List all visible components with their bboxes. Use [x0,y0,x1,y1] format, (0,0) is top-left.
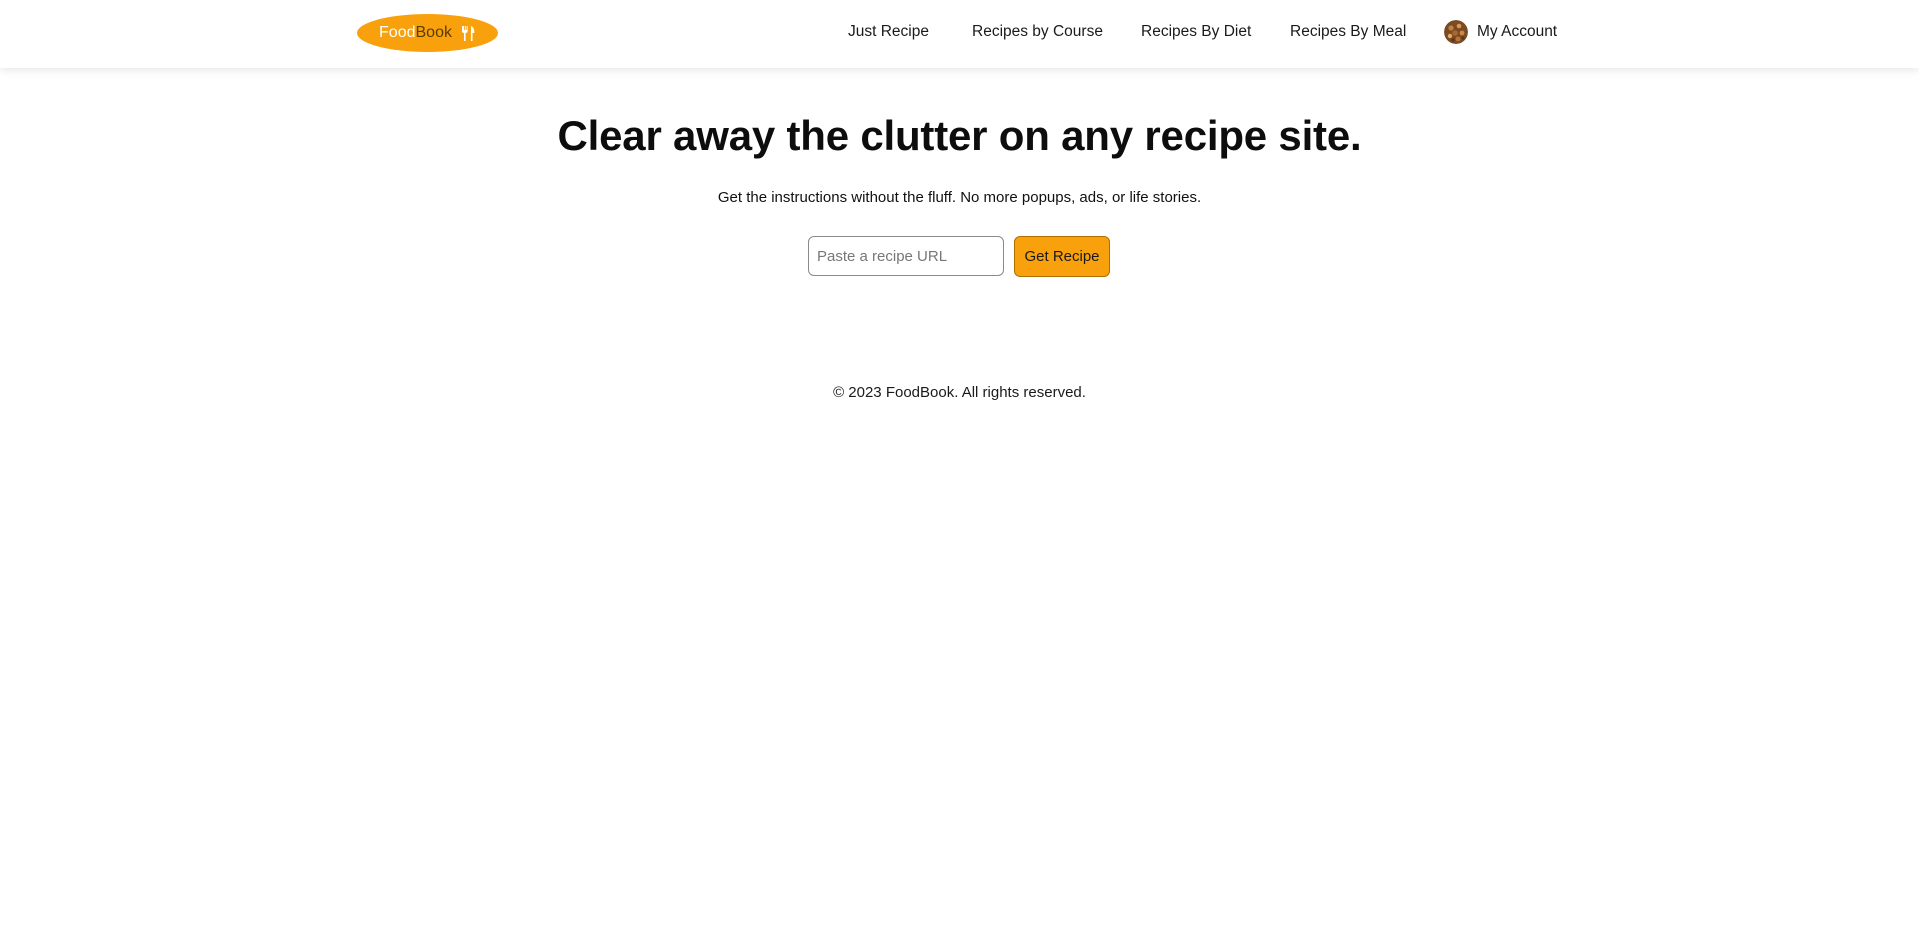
logo-word-book: Book [415,24,452,41]
nav-recipes-by-diet[interactable]: Recipes By Diet [1141,23,1251,41]
my-account-label: My Account [1477,23,1558,40]
hero-subtitle: Get the instructions without the fluff. … [717,189,1202,206]
foodbook-logo[interactable]: Food Book [357,14,498,52]
logo-word-food: Food [379,24,416,41]
get-recipe-button[interactable]: Get Recipe [1014,236,1110,277]
avatar [1444,20,1468,44]
nav-recipes-by-course[interactable]: Recipes by Course [972,23,1103,41]
nav-just-recipe[interactable]: Just Recipe [848,23,929,41]
nav-recipes-by-meal[interactable]: Recipes By Meal [1290,23,1406,41]
my-account-link[interactable]: My Account [1444,20,1557,44]
site-header: Food Book Just Recipe Recipes by Course R… [0,0,1919,68]
footer-copyright: © 2023 FoodBook. All rights reserved. [833,384,1086,401]
recipe-url-input[interactable] [808,236,1004,276]
fork-knife-icon [460,25,476,42]
hero-title: Clear away the clutter on any recipe sit… [557,112,1362,159]
